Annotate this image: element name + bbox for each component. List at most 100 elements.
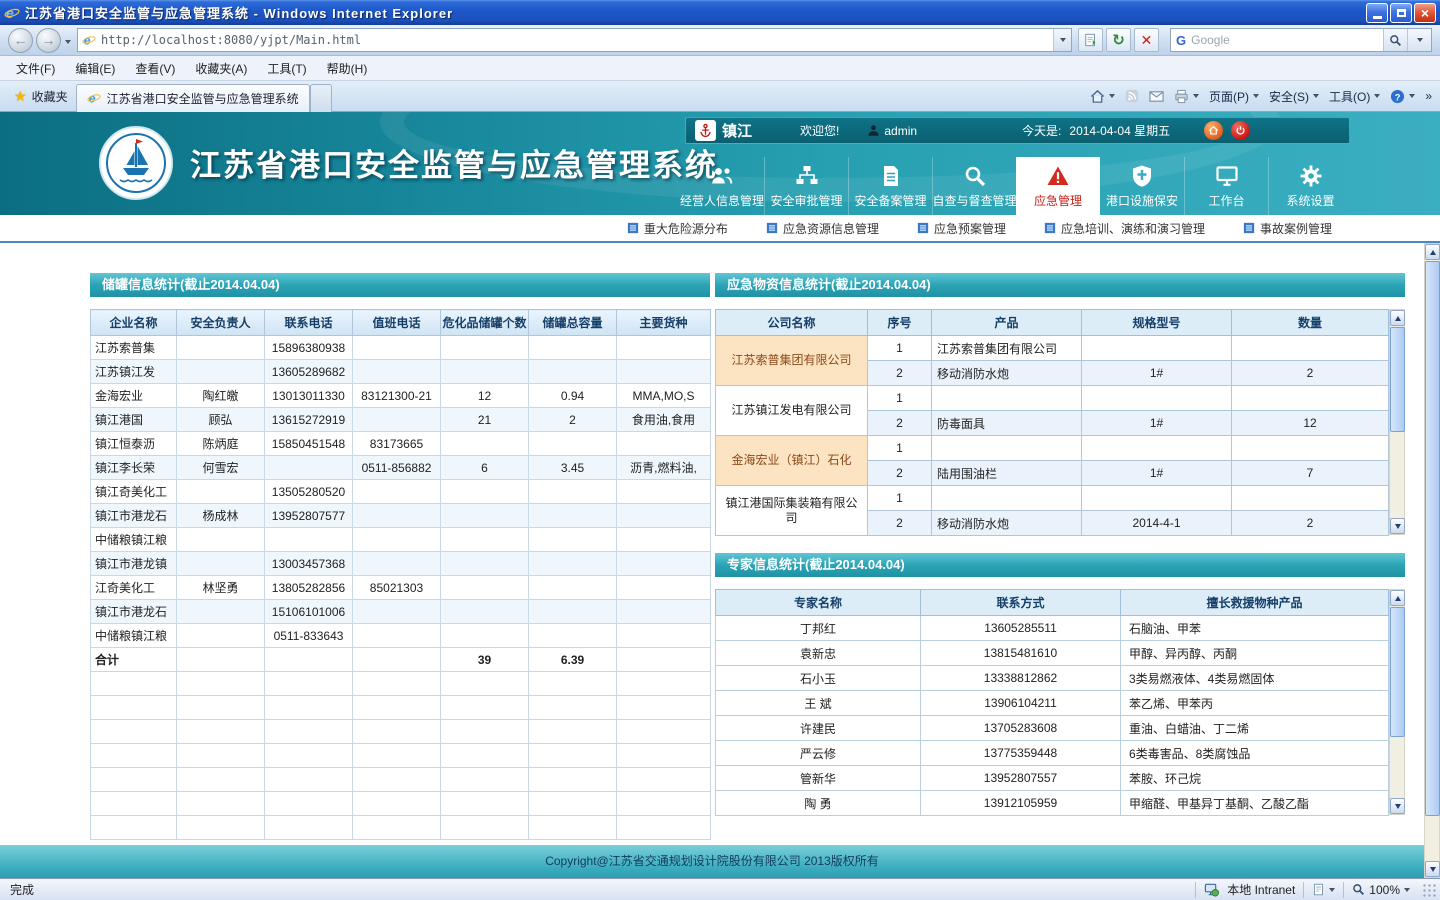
cell	[529, 816, 617, 840]
cell: 石小玉	[716, 666, 921, 691]
maximize-button[interactable]	[1390, 3, 1412, 23]
subnav-item[interactable]: 应急预案管理	[917, 220, 1006, 237]
minimize-button[interactable]	[1366, 3, 1388, 23]
cell	[529, 792, 617, 816]
cell	[265, 768, 353, 792]
menubar-item[interactable]: 文件(F)	[6, 57, 65, 80]
tools-menu-button[interactable]: 工具(O)	[1329, 88, 1380, 105]
logout-icon[interactable]	[1231, 121, 1250, 140]
ie-logo-icon: e	[4, 5, 20, 21]
history-dropdown[interactable]	[65, 33, 71, 47]
scroll-up-button[interactable]	[1390, 310, 1405, 326]
scroll-up-button[interactable]	[1425, 244, 1440, 260]
scroll-thumb[interactable]	[1390, 327, 1405, 432]
new-tab-stub[interactable]	[310, 84, 332, 112]
compatibility-view-button[interactable]	[1078, 28, 1103, 52]
nav-item-users[interactable]: 经营人信息管理	[680, 157, 764, 215]
column-header: 危化品储罐个数	[441, 310, 529, 336]
subnav-item[interactable]: 事故案例管理	[1243, 220, 1332, 237]
subnav-item-label: 事故案例管理	[1260, 220, 1332, 237]
expert-row: 丁邦红13605285511石脑油、甲苯	[716, 616, 1389, 641]
scroll-down-button[interactable]	[1390, 798, 1405, 814]
supplies-scrollbar[interactable]	[1389, 309, 1405, 535]
tank-row: 江奇美化工林坚勇1380528285685021303	[91, 576, 711, 600]
page-scrollbar[interactable]	[1424, 243, 1440, 878]
home-shortcut-icon[interactable]	[1204, 121, 1223, 140]
nav-item-gear[interactable]: 系统设置	[1268, 157, 1352, 215]
command-bar: 页面(P) 安全(S) 工具(O) ? »	[1090, 88, 1440, 105]
address-dropdown[interactable]	[1053, 29, 1071, 51]
search-engine-dropdown[interactable]	[1407, 29, 1431, 51]
cell	[1232, 336, 1389, 361]
cell	[91, 720, 177, 744]
cell	[617, 432, 711, 456]
star-icon: ★	[14, 88, 27, 105]
city-name[interactable]: 镇江	[722, 120, 752, 141]
cell	[441, 816, 529, 840]
cell: 江苏索普集团有限公司	[932, 336, 1082, 361]
subnav-item[interactable]: 重大危险源分布	[627, 220, 728, 237]
menubar-item[interactable]: 帮助(H)	[317, 57, 378, 80]
page-menu-button[interactable]: 页面(P)	[1209, 88, 1259, 105]
expert-row: 袁新忠13815481610甲醇、异丙醇、丙酮	[716, 641, 1389, 666]
column-header: 数量	[1232, 310, 1389, 336]
safety-menu-button[interactable]: 安全(S)	[1269, 88, 1319, 105]
favorites-button[interactable]: ★ 收藏夹	[6, 84, 76, 109]
browser-tab[interactable]: e 江苏省港口安全监管与应急管理系统	[76, 84, 310, 112]
home-button[interactable]	[1090, 89, 1115, 104]
scroll-down-button[interactable]	[1425, 861, 1440, 877]
address-bar[interactable]: e http://localhost:8080/yjpt/Main.html	[77, 28, 1072, 52]
nav-item-shield[interactable]: 港口设施保安	[1100, 157, 1184, 215]
search-box[interactable]: G Google	[1170, 28, 1432, 52]
nav-item-document[interactable]: 安全备案管理	[848, 157, 932, 215]
menubar-item[interactable]: 查看(V)	[125, 57, 185, 80]
overflow-chevron[interactable]: »	[1425, 89, 1432, 103]
date-label: 今天是:	[1022, 122, 1061, 139]
nav-item-warning[interactable]: 应急管理	[1016, 157, 1100, 215]
refresh-button[interactable]: ↻	[1106, 28, 1131, 52]
stop-button[interactable]: ✕	[1134, 28, 1159, 52]
cell	[529, 720, 617, 744]
search-input[interactable]: Google	[1191, 33, 1383, 47]
menubar-item[interactable]: 工具(T)	[257, 57, 316, 80]
scroll-down-button[interactable]	[1390, 518, 1405, 534]
zoom-control[interactable]: 100%	[1352, 883, 1410, 897]
mail-button[interactable]	[1149, 89, 1164, 104]
window-titlebar[interactable]: e 江苏省港口安全监管与应急管理系统 - Windows Internet Ex…	[0, 0, 1440, 25]
cell: 陆用围油栏	[932, 461, 1082, 486]
subnav-item[interactable]: 应急培训、演练和演习管理	[1044, 220, 1205, 237]
cell: 2	[868, 361, 932, 386]
column-header: 联系方式	[921, 590, 1121, 616]
cell	[91, 816, 177, 840]
tank-row: 镇江奇美化工13505280520	[91, 480, 711, 504]
cell	[353, 480, 441, 504]
print-button[interactable]	[1174, 89, 1199, 104]
magnifier-icon	[1389, 34, 1402, 47]
cell: 合计	[91, 648, 177, 672]
subnav-item-label: 应急预案管理	[934, 220, 1006, 237]
back-button[interactable]: ←	[8, 28, 33, 53]
url-text[interactable]: http://localhost:8080/yjpt/Main.html	[101, 33, 1053, 47]
menubar-item[interactable]: 收藏夹(A)	[185, 57, 257, 80]
resize-grip[interactable]	[1422, 883, 1436, 897]
page-view-dropdown[interactable]	[1312, 883, 1335, 896]
experts-scrollbar[interactable]	[1389, 589, 1405, 815]
scroll-up-button[interactable]	[1390, 590, 1405, 606]
cell	[441, 768, 529, 792]
nav-item-orgchart[interactable]: 安全审批管理	[764, 157, 848, 215]
subnav-item[interactable]: 应急资源信息管理	[766, 220, 879, 237]
help-button[interactable]: ?	[1390, 89, 1415, 104]
cell	[617, 792, 711, 816]
close-button[interactable]: ×	[1414, 3, 1436, 23]
scroll-thumb[interactable]	[1390, 607, 1405, 737]
nav-item-magnifier[interactable]: 自查与督查管理	[932, 157, 1016, 215]
scroll-thumb[interactable]	[1425, 261, 1440, 816]
username: admin	[884, 124, 917, 138]
cell: 3.45	[529, 456, 617, 480]
search-button[interactable]	[1383, 29, 1407, 51]
print-icon	[1174, 89, 1189, 104]
menubar-item[interactable]: 编辑(E)	[65, 57, 125, 80]
nav-item-monitor[interactable]: 工作台	[1184, 157, 1268, 215]
forward-button[interactable]: →	[36, 28, 61, 53]
feeds-button[interactable]	[1125, 89, 1139, 103]
